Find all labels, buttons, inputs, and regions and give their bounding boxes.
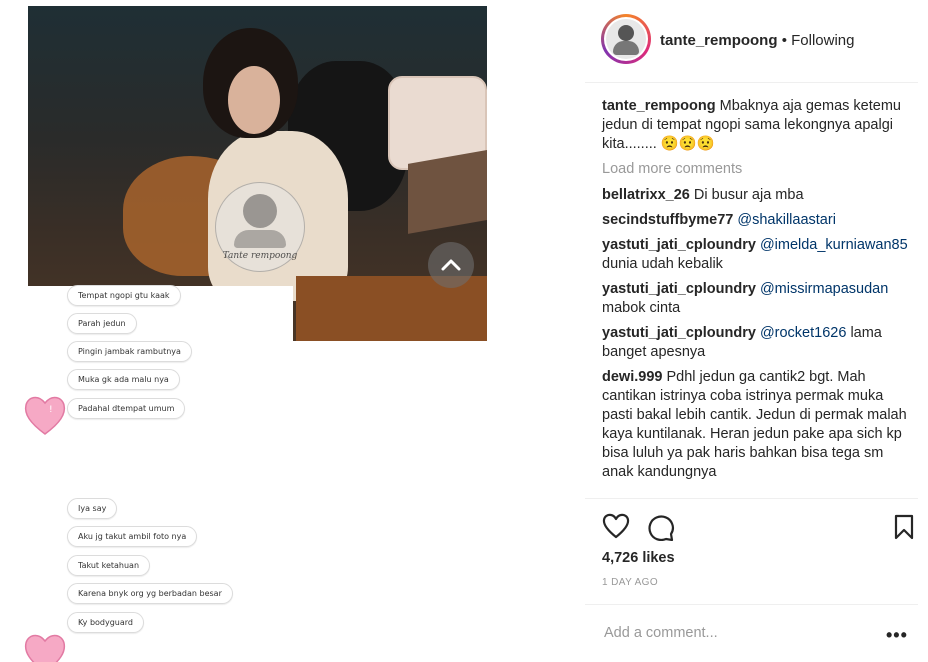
post-timestamp[interactable]: 1 DAY AGO bbox=[602, 577, 658, 588]
comment-item: yastuti_jati_cploundry @rocket1626 lama … bbox=[602, 324, 908, 362]
post-actions: 4,726 likes 1 DAY AGO ••• bbox=[585, 498, 918, 659]
post-media: Tante rempoong Tempat ngopi gtu kaak Par… bbox=[0, 0, 585, 662]
comment-username[interactable]: secindstuffbyme77 bbox=[602, 212, 733, 228]
comment-mention[interactable]: @shakillaastari bbox=[737, 212, 836, 228]
chat-bubble: Parah jedun bbox=[67, 313, 137, 334]
comment-mention[interactable]: @imelda_kurniawan85 bbox=[760, 237, 908, 253]
more-options-button[interactable]: ••• bbox=[886, 625, 908, 646]
header-user-line: tante_rempoong • Following bbox=[660, 32, 855, 49]
bookmark-icon[interactable] bbox=[893, 514, 915, 540]
chat-bubble: Iya say bbox=[67, 498, 118, 519]
follow-status-button[interactable]: Following bbox=[791, 32, 854, 49]
add-comment-input[interactable] bbox=[602, 624, 876, 642]
comment-username[interactable]: dewi.999 bbox=[602, 369, 662, 385]
chat-bubble: Aku jg takut ambil foto nya bbox=[67, 526, 198, 547]
comment-item: secindstuffbyme77 @shakillaastari bbox=[602, 211, 908, 230]
comment-item: yastuti_jati_cploundry @missirmapasudan … bbox=[602, 280, 908, 318]
chat-bubble: Pingin jambak rambutnya bbox=[67, 341, 192, 362]
comment-text: mabok cinta bbox=[602, 300, 681, 316]
header-username[interactable]: tante_rempoong bbox=[660, 32, 778, 49]
comment-mention[interactable]: @rocket1626 bbox=[760, 325, 846, 341]
comments-list: tante_rempoong Mbaknya aja gemas ketemu … bbox=[602, 97, 908, 488]
caption: tante_rempoong Mbaknya aja gemas ketemu … bbox=[602, 97, 908, 154]
speech-bubble-icon[interactable] bbox=[647, 513, 675, 541]
chat-bubble: Karena bnyk org yg berbadan besar bbox=[67, 583, 233, 604]
avatar-image bbox=[606, 19, 646, 59]
photo-woman-face bbox=[228, 66, 280, 134]
chat-bubble: Takut ketahuan bbox=[67, 555, 151, 576]
comment-username[interactable]: yastuti_jati_cploundry bbox=[602, 281, 756, 297]
watermark-logo: Tante rempoong bbox=[215, 182, 305, 272]
heart-sticker-icon: ! bbox=[24, 396, 66, 435]
chat-bubble: Muka gk ada malu nya bbox=[67, 369, 180, 390]
comment-username[interactable]: bellatrixx_26 bbox=[602, 187, 690, 203]
likes-count[interactable]: 4,726 likes bbox=[602, 550, 675, 566]
comment-item: dewi.999 Pdhl jedun ga cantik2 bgt. Mah … bbox=[602, 368, 908, 482]
avatar[interactable] bbox=[601, 14, 651, 64]
load-more-comments-button[interactable]: Load more comments bbox=[602, 160, 908, 179]
add-comment-row: ••• bbox=[585, 604, 918, 660]
photo-table bbox=[408, 148, 487, 234]
chat-bubble: Ky bodyguard bbox=[67, 612, 145, 633]
chat-bubble: Tempat ngopi gtu kaak bbox=[67, 285, 181, 306]
svg-text:!: ! bbox=[49, 405, 53, 415]
comment-text: dunia udah kebalik bbox=[602, 256, 723, 272]
comment-username[interactable]: yastuti_jati_cploundry bbox=[602, 325, 756, 341]
watermark-text: Tante rempoong bbox=[222, 250, 298, 261]
header-separator: • bbox=[781, 32, 787, 49]
comment-text: Pdhl jedun ga cantik2 bgt. Mah cantikan … bbox=[602, 369, 907, 480]
post-sidebar: tante_rempoong • Following tante_rempoon… bbox=[585, 0, 928, 658]
chevron-up-icon bbox=[441, 259, 461, 271]
comment-username[interactable]: yastuti_jati_cploundry bbox=[602, 237, 756, 253]
comment-item: bellatrixx_26 Di busur aja mba bbox=[602, 186, 908, 205]
caption-username[interactable]: tante_rempoong bbox=[602, 98, 716, 114]
post-header: tante_rempoong • Following bbox=[585, 0, 918, 83]
comment-text: Di busur aja mba bbox=[693, 187, 804, 203]
comment-mention[interactable]: @missirmapasudan bbox=[760, 281, 888, 297]
heart-outline-icon[interactable] bbox=[602, 513, 630, 539]
chat-bubble: Padahal dtempat umum bbox=[67, 398, 186, 419]
scroll-up-button[interactable] bbox=[428, 242, 474, 288]
comment-item: yastuti_jati_cploundry @imelda_kurniawan… bbox=[602, 236, 908, 274]
